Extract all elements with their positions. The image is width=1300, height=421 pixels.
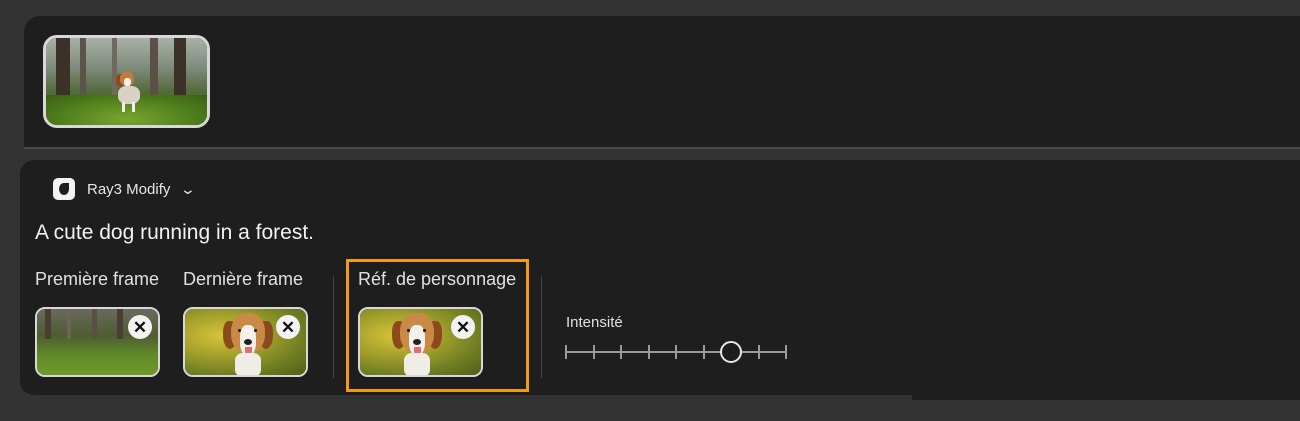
luma-logo-icon [53, 178, 75, 200]
model-name: Ray3 Modify [87, 180, 171, 198]
slider-tick [648, 345, 650, 359]
intensity-label: Intensité [566, 314, 623, 331]
first-frame-label: Première frame [35, 269, 160, 289]
slider-tick [785, 345, 787, 359]
slider-tick [593, 345, 595, 359]
last-frame-label: Dernière frame [183, 269, 304, 289]
dog-figure [112, 72, 142, 112]
prompt-text[interactable]: A cute dog running in a forest. [35, 221, 314, 245]
slider-tick [565, 345, 567, 359]
remove-first-frame-button[interactable]: ✕ [128, 315, 152, 339]
generation-result-panel [24, 16, 1300, 149]
slider-tick [758, 345, 760, 359]
forest-image [46, 38, 207, 125]
chevron-down-icon[interactable]: ⌄ [180, 181, 196, 198]
slider-tick [675, 345, 677, 359]
beagle-figure [223, 311, 273, 375]
panel-bottom-edge [912, 394, 1300, 400]
generated-video-thumbnail[interactable] [43, 35, 210, 128]
panel-divider [24, 147, 1300, 149]
model-selector[interactable]: Ray3 Modify ⌄ [53, 178, 196, 200]
slider-tick [620, 345, 622, 359]
slider-tick [703, 345, 705, 359]
character-ref-highlight [346, 259, 529, 392]
remove-last-frame-button[interactable]: ✕ [276, 315, 300, 339]
section-separator [541, 276, 542, 378]
slider-handle[interactable] [720, 341, 742, 363]
section-separator [333, 276, 334, 378]
intensity-slider[interactable] [565, 341, 787, 363]
